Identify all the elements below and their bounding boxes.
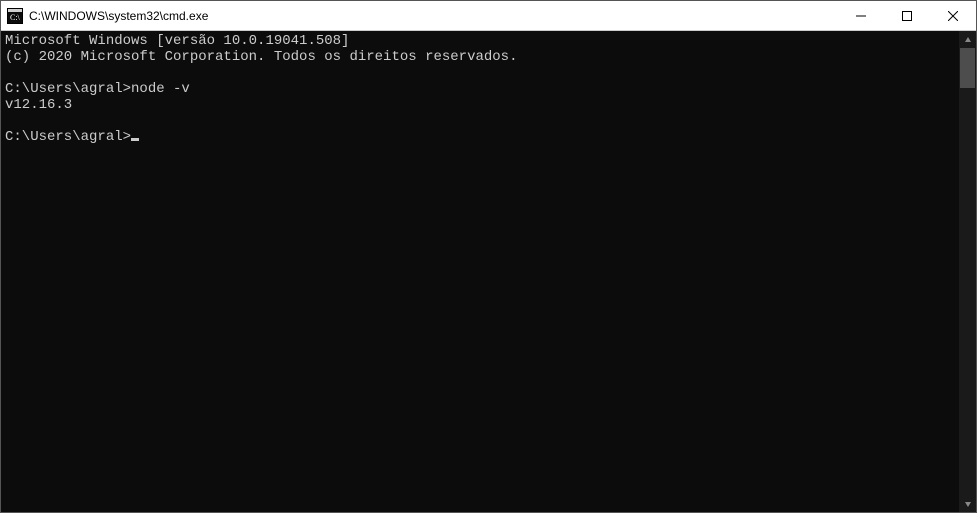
terminal-line: C:\Users\agral> xyxy=(5,129,131,145)
scroll-thumb[interactable] xyxy=(960,48,975,88)
window-title: C:\WINDOWS\system32\cmd.exe xyxy=(29,9,838,23)
terminal-line: C:\Users\agral>node -v xyxy=(5,81,190,97)
svg-text:C:\: C:\ xyxy=(10,13,21,22)
minimize-button[interactable] xyxy=(838,1,884,30)
vertical-scrollbar[interactable] xyxy=(959,31,976,512)
maximize-button[interactable] xyxy=(884,1,930,30)
client-area: Microsoft Windows [versão 10.0.19041.508… xyxy=(1,31,976,512)
scroll-down-button[interactable] xyxy=(959,495,976,512)
close-button[interactable] xyxy=(930,1,976,30)
terminal-output[interactable]: Microsoft Windows [versão 10.0.19041.508… xyxy=(1,31,959,512)
titlebar[interactable]: C:\ C:\WINDOWS\system32\cmd.exe xyxy=(1,1,976,31)
window-controls xyxy=(838,1,976,30)
terminal-cursor xyxy=(131,138,139,141)
cmd-window: C:\ C:\WINDOWS\system32\cmd.exe Microsof… xyxy=(0,0,977,513)
terminal-line: (c) 2020 Microsoft Corporation. Todos os… xyxy=(5,49,517,65)
cmd-icon: C:\ xyxy=(7,8,23,24)
terminal-line: Microsoft Windows [versão 10.0.19041.508… xyxy=(5,33,349,49)
terminal-line: v12.16.3 xyxy=(5,97,72,113)
scroll-up-button[interactable] xyxy=(959,31,976,48)
